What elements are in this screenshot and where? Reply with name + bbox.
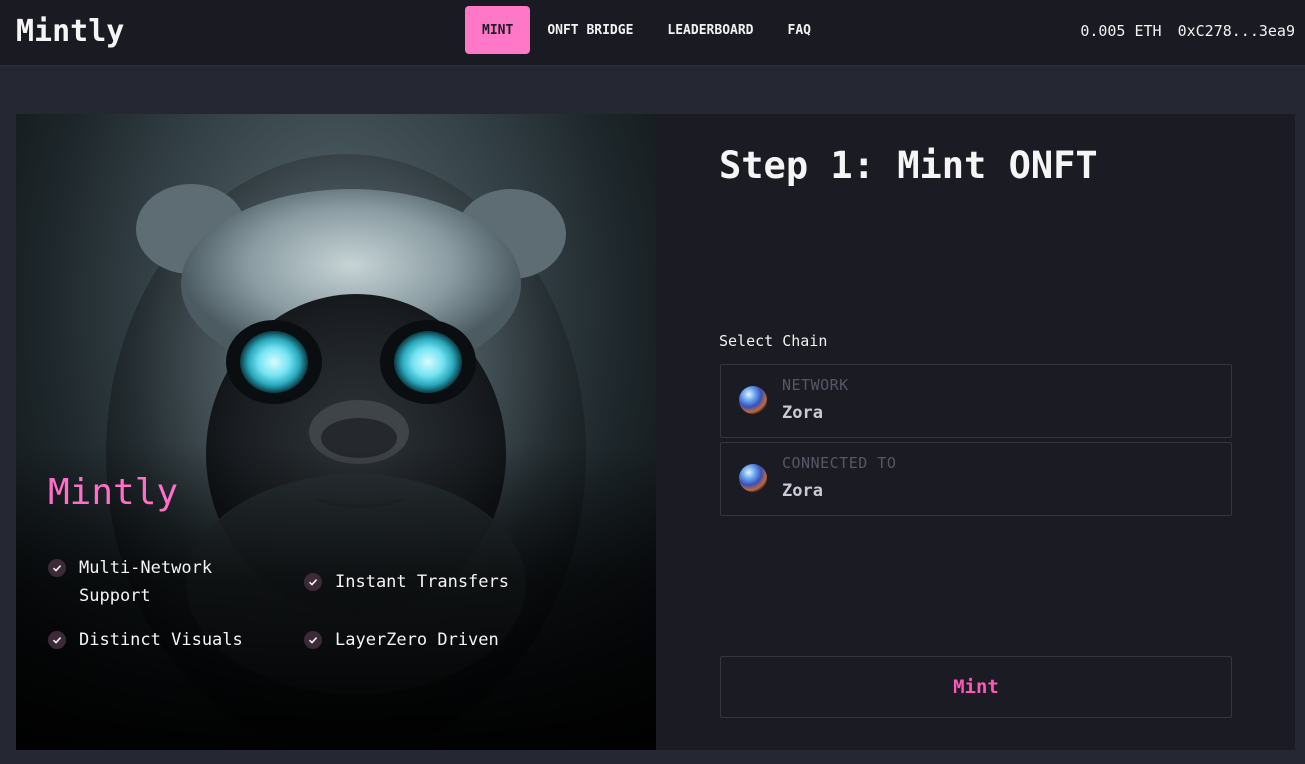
check-icon	[304, 573, 322, 591]
mint-panel: Step 1: Mint ONFT Select Chain NETWORK Z…	[656, 114, 1295, 750]
feature-label: LayerZero Driven	[335, 630, 499, 650]
wallet-address[interactable]: 0xC278...3ea9	[1178, 22, 1295, 40]
main-nav: MINT ONFT BRIDGE LEADERBOARD FAQ	[465, 6, 828, 54]
hero-panel: Mintly Multi-Network Support Instant Tra…	[16, 114, 656, 750]
check-icon	[48, 559, 66, 577]
connected-caption: CONNECTED TO	[782, 454, 897, 472]
check-icon	[304, 631, 322, 649]
mint-card: Mintly Multi-Network Support Instant Tra…	[16, 114, 1295, 750]
feature-label: Instant Transfers	[335, 572, 509, 592]
feature-multi-network: Multi-Network Support	[48, 554, 212, 610]
network-value: Zora	[782, 403, 823, 423]
feature-distinct-visuals: Distinct Visuals	[48, 626, 243, 654]
feature-label: Multi-Network Support	[79, 554, 212, 610]
wallet-info[interactable]: 0.005 ETH 0xC278...3ea9	[1080, 22, 1295, 40]
connected-value: Zora	[782, 481, 823, 501]
connected-to-selector[interactable]: CONNECTED TO Zora	[720, 442, 1232, 516]
feature-label-line2: Support	[79, 586, 151, 606]
wallet-balance: 0.005 ETH	[1080, 22, 1162, 40]
top-navigation-bar: Mintly MINT ONFT BRIDGE LEADERBOARD FAQ …	[0, 0, 1305, 66]
zora-globe-icon	[739, 386, 767, 414]
nav-tab-faq[interactable]: FAQ	[771, 6, 828, 54]
zora-globe-icon	[739, 464, 767, 492]
feature-instant-transfers: Instant Transfers	[304, 568, 509, 596]
check-icon	[48, 631, 66, 649]
mint-button[interactable]: Mint	[720, 656, 1232, 718]
brand-logo[interactable]: Mintly	[16, 14, 124, 49]
hero-title: Mintly	[48, 472, 179, 513]
network-caption: NETWORK	[782, 376, 849, 394]
feature-layerzero-driven: LayerZero Driven	[304, 626, 499, 654]
step-title: Step 1: Mint ONFT	[719, 144, 1098, 187]
select-chain-label: Select Chain	[719, 332, 828, 350]
nav-tab-leaderboard[interactable]: LEADERBOARD	[650, 6, 770, 54]
nav-tab-mint[interactable]: MINT	[465, 6, 531, 54]
feature-label: Distinct Visuals	[79, 630, 243, 650]
network-selector[interactable]: NETWORK Zora	[720, 364, 1232, 438]
nav-tab-onft-bridge[interactable]: ONFT BRIDGE	[530, 6, 650, 54]
feature-label-line1: Multi-Network	[79, 558, 213, 578]
